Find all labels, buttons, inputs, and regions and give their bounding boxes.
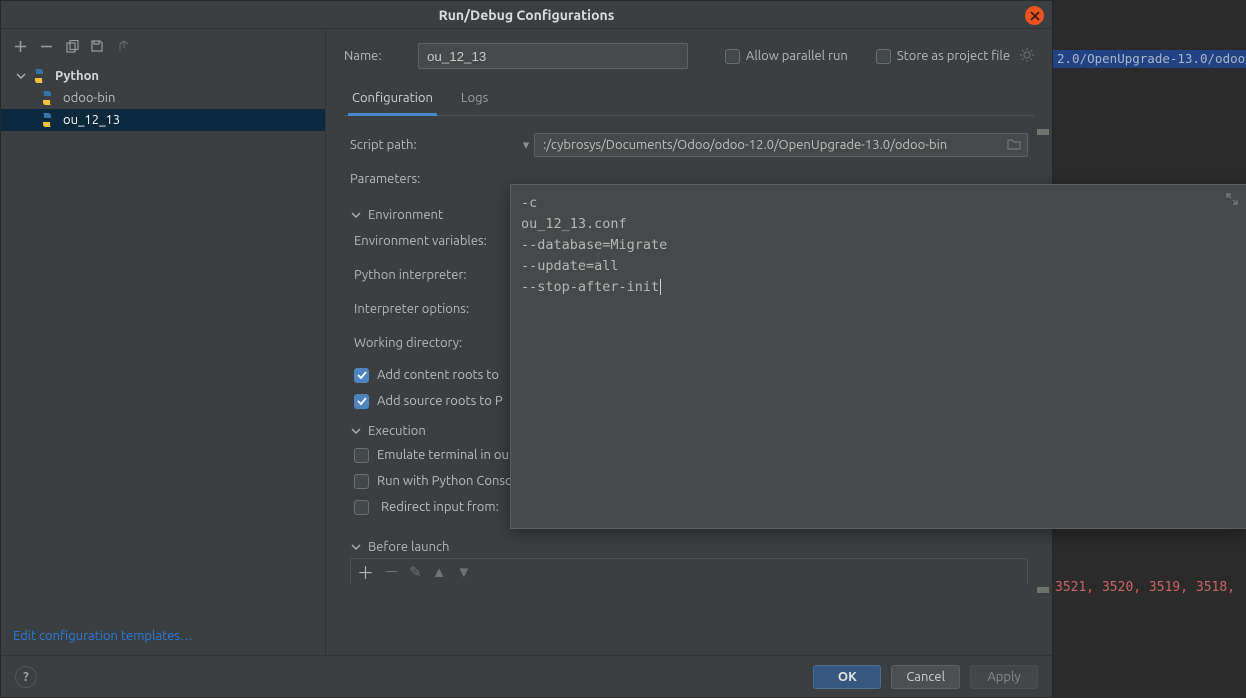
tab-logs[interactable]: Logs — [459, 87, 490, 115]
python-file-icon — [39, 91, 55, 105]
gear-icon[interactable] — [1020, 48, 1034, 65]
parameters-textarea-expanded[interactable]: -c ou_12_13.conf --database=Migrate --up… — [510, 184, 1246, 529]
edit-templates-link[interactable]: Edit configuration templates… — [13, 629, 193, 643]
close-icon — [1030, 11, 1040, 21]
checkbox-checked-icon — [354, 394, 369, 409]
close-button[interactable] — [1025, 6, 1044, 25]
python-interpreter-label: Python interpreter: — [354, 268, 522, 282]
store-as-project-file-checkbox[interactable]: Store as project file — [876, 48, 1034, 65]
save-config-button[interactable] — [89, 37, 107, 55]
titlebar: Run/Debug Configurations — [1, 1, 1052, 29]
move-down-button[interactable]: ▼ — [456, 563, 471, 581]
script-path-input[interactable]: :/cybrosys/Documents/Odoo/odoo-12.0/Open… — [534, 133, 1028, 157]
python-icon — [31, 69, 47, 83]
tab-configuration[interactable]: Configuration — [350, 87, 435, 115]
checkbox-checked-icon — [354, 368, 369, 383]
tree-item-ou-12-13[interactable]: ou_12_13 — [1, 109, 325, 131]
env-vars-label: Environment variables: — [354, 234, 522, 248]
help-button[interactable]: ? — [15, 666, 37, 688]
param-line: --stop-after-init — [521, 277, 1236, 298]
chevron-down-icon — [350, 425, 362, 437]
move-up-button[interactable]: ▲ — [432, 563, 447, 581]
param-line: --update=all — [521, 256, 1236, 277]
chevron-down-icon — [15, 70, 27, 82]
script-path-label: Script path: — [350, 138, 518, 152]
config-sidebar: Python odoo-bin — [1, 29, 326, 655]
parameters-label: Parameters: — [350, 172, 518, 186]
chevron-down-icon — [350, 209, 362, 221]
apply-button[interactable]: Apply — [970, 665, 1038, 689]
param-line: ou_12_13.conf — [521, 214, 1236, 235]
param-line: -c — [521, 193, 1236, 214]
add-config-button[interactable] — [11, 37, 29, 55]
remove-task-button[interactable]: － — [384, 561, 399, 582]
config-name-input[interactable] — [418, 43, 688, 69]
copy-config-button[interactable] — [63, 37, 81, 55]
working-directory-label: Working directory: — [354, 336, 522, 350]
expand-icon[interactable] — [1226, 191, 1238, 212]
remove-config-button[interactable] — [37, 37, 55, 55]
tree-category-python[interactable]: Python — [1, 65, 325, 87]
dialog-button-bar: ? OK Cancel Apply — [1, 655, 1052, 697]
config-tree: Python odoo-bin — [1, 61, 325, 621]
text-cursor — [660, 279, 661, 295]
dialog-title: Run/Debug Configurations — [439, 7, 615, 23]
param-line: --database=Migrate — [521, 235, 1236, 256]
edit-task-button[interactable]: ✎ — [409, 563, 422, 581]
move-folder-button[interactable] — [115, 37, 133, 55]
folder-icon[interactable] — [1007, 138, 1021, 153]
allow-parallel-run-checkbox[interactable]: Allow parallel run — [725, 49, 848, 64]
interpreter-options-label: Interpreter options: — [354, 302, 522, 316]
editor-code-line: 3521, 3520, 3519, 3518, — [1055, 580, 1246, 595]
tree-item-odoo-bin[interactable]: odoo-bin — [1, 87, 325, 109]
cancel-button[interactable]: Cancel — [891, 665, 960, 689]
chevron-down-icon[interactable]: ▾ — [518, 138, 534, 153]
ok-button[interactable]: OK — [813, 665, 881, 689]
chevron-down-icon — [350, 541, 362, 553]
before-launch-toolbar: ＋ － ✎ ▲ ▼ — [350, 558, 1028, 584]
config-tabs: Configuration Logs — [344, 87, 1034, 116]
sidebar-toolbar — [1, 33, 325, 61]
section-before-launch[interactable]: Before launch — [350, 530, 1028, 558]
editor-selected-line: 2.0/OpenUpgrade-13.0/odoo — [1053, 50, 1246, 68]
name-label: Name: — [344, 49, 404, 63]
add-task-button[interactable]: ＋ — [357, 559, 374, 584]
python-file-icon — [39, 113, 55, 127]
